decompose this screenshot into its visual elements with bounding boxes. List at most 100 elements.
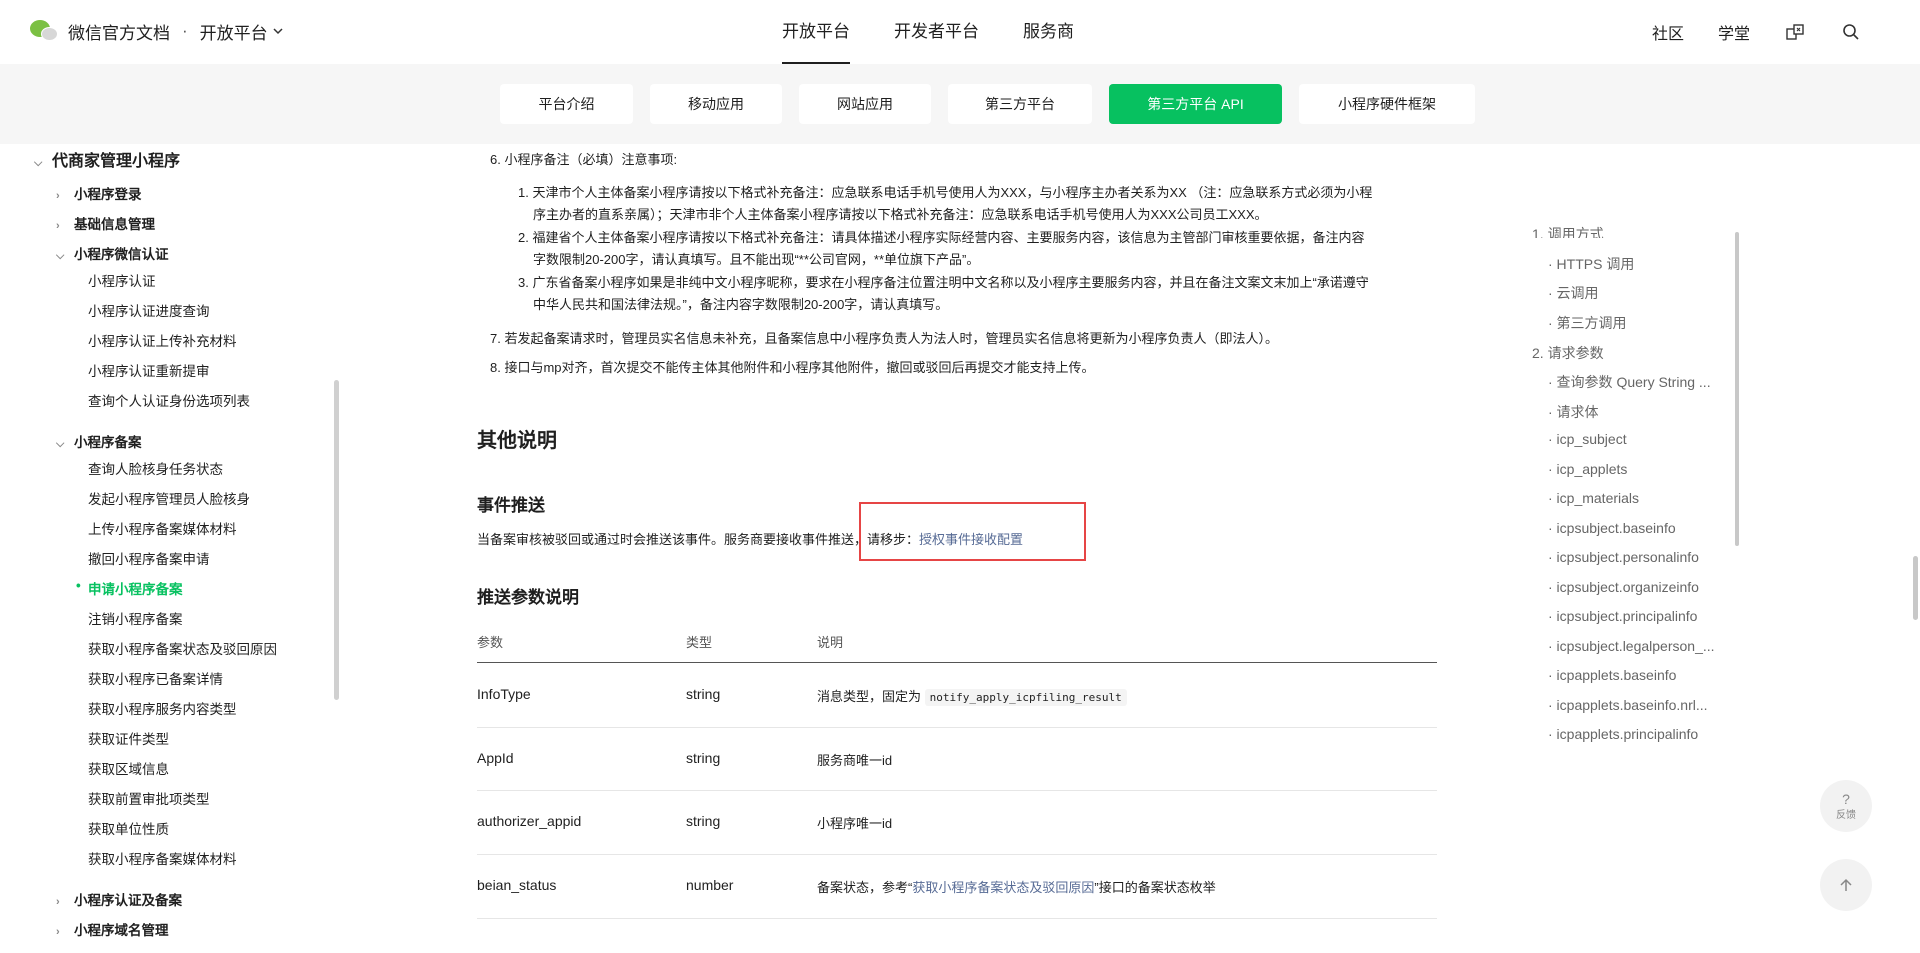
tab-mobile-app[interactable]: 移动应用 — [650, 84, 782, 124]
toc-scrollbar[interactable] — [1735, 232, 1739, 546]
toc-item[interactable]: · icp_materials — [1548, 490, 1639, 506]
sidebar-item[interactable]: 撤回小程序备案申请 — [88, 548, 210, 568]
toc-item[interactable]: · icpsubject.principalinfo — [1548, 608, 1697, 624]
sidebar-item[interactable]: 小程序认证 — [88, 270, 156, 290]
tab-website-app[interactable]: 网站应用 — [799, 84, 931, 124]
sidebar-item[interactable]: 小程序认证上传补充材料 — [88, 330, 237, 350]
sidebar-item[interactable]: 获取小程序已备案详情 — [88, 668, 223, 688]
sidebar-item[interactable]: 获取前置审批项类型 — [88, 788, 210, 808]
cell-param: AppId — [477, 750, 514, 766]
sub-navigation: 平台介绍 移动应用 网站应用 第三方平台 第三方平台 API 小程序硬件框架 — [0, 64, 1920, 144]
toc-item[interactable]: · icpsubject.legalperson_... — [1548, 638, 1732, 654]
toc-item[interactable]: · icp_applets — [1548, 461, 1627, 477]
toc-item[interactable]: 2. 请求参数 — [1532, 343, 1604, 363]
sidebar-group-domain[interactable]: › 小程序域名管理 — [56, 919, 169, 939]
tab-third-party-api[interactable]: 第三方平台 API — [1109, 84, 1282, 124]
chevron-down-icon — [273, 28, 283, 35]
toc-item[interactable]: · 查询参数 Query String ... — [1548, 372, 1732, 392]
toc-item[interactable]: · 请求体 — [1548, 402, 1599, 422]
sidebar-group-auth-filing[interactable]: › 小程序认证及备案 — [56, 889, 182, 909]
toc-item[interactable]: · icpapplets.principalinfo — [1548, 726, 1698, 742]
feedback-label: 反馈 — [1836, 809, 1856, 821]
tab-platform-intro[interactable]: 平台介绍 — [500, 84, 633, 124]
toc-item[interactable]: · HTTPS 调用 — [1548, 254, 1634, 274]
note-sub-3a: 3. 广东省备案小程序如果是非纯中文小程序昵称，要求在小程序备注位置注明中文名称… — [518, 275, 1369, 290]
cell-param: InfoType — [477, 686, 531, 702]
nav-open-platform[interactable]: 开放平台 — [760, 0, 872, 64]
brand[interactable]: 微信官方文档 · 开放平台 — [30, 18, 284, 44]
table-header-desc: 说明 — [817, 635, 844, 650]
sidebar-item[interactable]: 上传小程序备案媒体材料 — [88, 518, 237, 538]
search-icon[interactable] — [1840, 21, 1862, 43]
community-link[interactable]: 社区 — [1652, 20, 1684, 44]
highlight-annotation — [859, 502, 1086, 561]
sidebar-item[interactable]: 查询人脸核身任务状态 — [88, 458, 223, 478]
sidebar-item[interactable]: 获取小程序备案状态及驳回原因 — [88, 638, 277, 658]
toc-item[interactable]: · icp_subject — [1548, 431, 1627, 447]
toc-item[interactable]: · icpapplets.baseinfo.nrl... — [1548, 697, 1732, 713]
cell-type: string — [686, 813, 721, 829]
toc-item[interactable]: · 云调用 — [1548, 283, 1599, 303]
note-sub-2b: 字数限制20-200字，请认真填写。且不能出现“**公司官网，**单位旗下产品”… — [533, 252, 980, 267]
sidebar-item[interactable]: 注销小程序备案 — [88, 608, 183, 628]
sidebar-item-active[interactable]: 申请小程序备案 — [76, 578, 182, 598]
cell-desc: 消息类型，固定为 notify_apply_icpfiling_result — [817, 686, 1127, 706]
top-header: 微信官方文档 · 开放平台 开放平台 开发者平台 服务商 社区 学堂 — [0, 0, 1920, 64]
sidebar-group-icp-filing[interactable]: ⌵ 小程序备案 — [56, 431, 142, 451]
sidebar-item[interactable]: 获取区域信息 — [88, 758, 169, 778]
wechat-logo-icon — [30, 18, 60, 44]
sidebar-group-wechat-auth[interactable]: ⌵ 小程序微信认证 — [56, 243, 169, 263]
chevron-right-icon: › — [56, 220, 60, 232]
cell-desc: 小程序唯一id — [817, 816, 893, 831]
toc-item[interactable]: · icpapplets.baseinfo — [1548, 667, 1676, 683]
platform-label: 开放平台 — [199, 23, 268, 43]
feedback-button[interactable]: ? 反馈 — [1820, 780, 1872, 832]
sidebar-item[interactable]: 获取小程序备案媒体材料 — [88, 848, 237, 868]
sidebar-item[interactable]: 获取证件类型 — [88, 728, 169, 748]
cell-desc: 备案状态，参考“获取小程序备案状态及驳回原因”接口的备案状态枚举 — [817, 880, 1216, 895]
tab-mini-hardware[interactable]: 小程序硬件框架 — [1299, 84, 1475, 124]
other-notes-heading: 其他说明 — [477, 430, 557, 452]
note-sub-3b: 中华人民共和国法律法规。”，备注内容字数限制20-200字，请认真填写。 — [533, 297, 949, 312]
row-divider — [477, 790, 1437, 791]
note-sub-2a: 2. 福建省个人主体备案小程序请按以下格式补充备注：请具体描述小程序实际经营内容… — [518, 230, 1365, 245]
sidebar-top-group[interactable]: ⌵ 代商家管理小程序 — [34, 147, 180, 171]
sidebar-item[interactable]: 小程序认证重新提审 — [88, 360, 210, 380]
arrow-up-icon — [1840, 878, 1852, 891]
sidebar-item[interactable]: 发起小程序管理员人脸核身 — [88, 488, 250, 508]
nav-service-provider[interactable]: 服务商 — [1001, 0, 1096, 64]
toc-item[interactable]: 1. 调用方式 — [1532, 224, 1604, 238]
status-api-link[interactable]: 获取小程序备案状态及驳回原因 — [912, 880, 1094, 895]
toc-item[interactable]: · icpsubject.baseinfo — [1548, 520, 1676, 536]
table-header-param: 参数 — [477, 635, 504, 650]
sidebar-item[interactable]: 查询个人认证身份选项列表 — [88, 390, 250, 410]
sidebar-item[interactable]: 获取单位性质 — [88, 818, 169, 838]
academy-link[interactable]: 学堂 — [1718, 20, 1750, 44]
top-nav: 开放平台 开发者平台 服务商 — [760, 0, 1096, 64]
sidebar-item[interactable]: 小程序认证进度查询 — [88, 300, 210, 320]
top-right-actions: 社区 学堂 — [1652, 0, 1862, 64]
question-icon: ? — [1842, 790, 1850, 807]
chevron-right-icon: › — [56, 896, 60, 908]
brand-title[interactable]: 微信官方文档 — [68, 19, 170, 44]
tab-third-party[interactable]: 第三方平台 — [948, 84, 1092, 124]
note-sub-1b: 序主办者的直系亲属）；天津市非个人主体备案小程序请按以下格式补充备注：应急联系电… — [533, 207, 1268, 222]
chevron-right-icon: › — [56, 190, 60, 202]
sidebar-group-login[interactable]: › 小程序登录 — [56, 183, 142, 203]
platform-dropdown[interactable]: 开放平台 — [200, 19, 284, 44]
page-scrollbar[interactable] — [1913, 556, 1918, 620]
sidebar-group-basic-info[interactable]: › 基础信息管理 — [56, 213, 155, 233]
sidebar-scrollbar[interactable] — [334, 380, 339, 700]
toc-item[interactable]: · icpsubject.organizeinfo — [1548, 579, 1699, 595]
chevron-down-icon: ⌵ — [34, 157, 43, 169]
translate-icon[interactable] — [1784, 21, 1806, 43]
nav-developer-platform[interactable]: 开发者平台 — [872, 0, 1001, 64]
back-to-top-button[interactable] — [1820, 859, 1872, 911]
cell-param: beian_status — [477, 877, 557, 893]
toc-item[interactable]: · icpsubject.personalinfo — [1548, 549, 1699, 565]
chevron-down-icon: ⌵ — [56, 250, 65, 262]
chevron-down-icon: ⌵ — [56, 438, 65, 450]
note-sub-1a: 1. 天津市个人主体备案小程序请按以下格式补充备注：应急联系电话手机号使用人为X… — [518, 185, 1373, 200]
sidebar-item[interactable]: 获取小程序服务内容类型 — [88, 698, 237, 718]
toc-item[interactable]: · 第三方调用 — [1548, 313, 1627, 333]
